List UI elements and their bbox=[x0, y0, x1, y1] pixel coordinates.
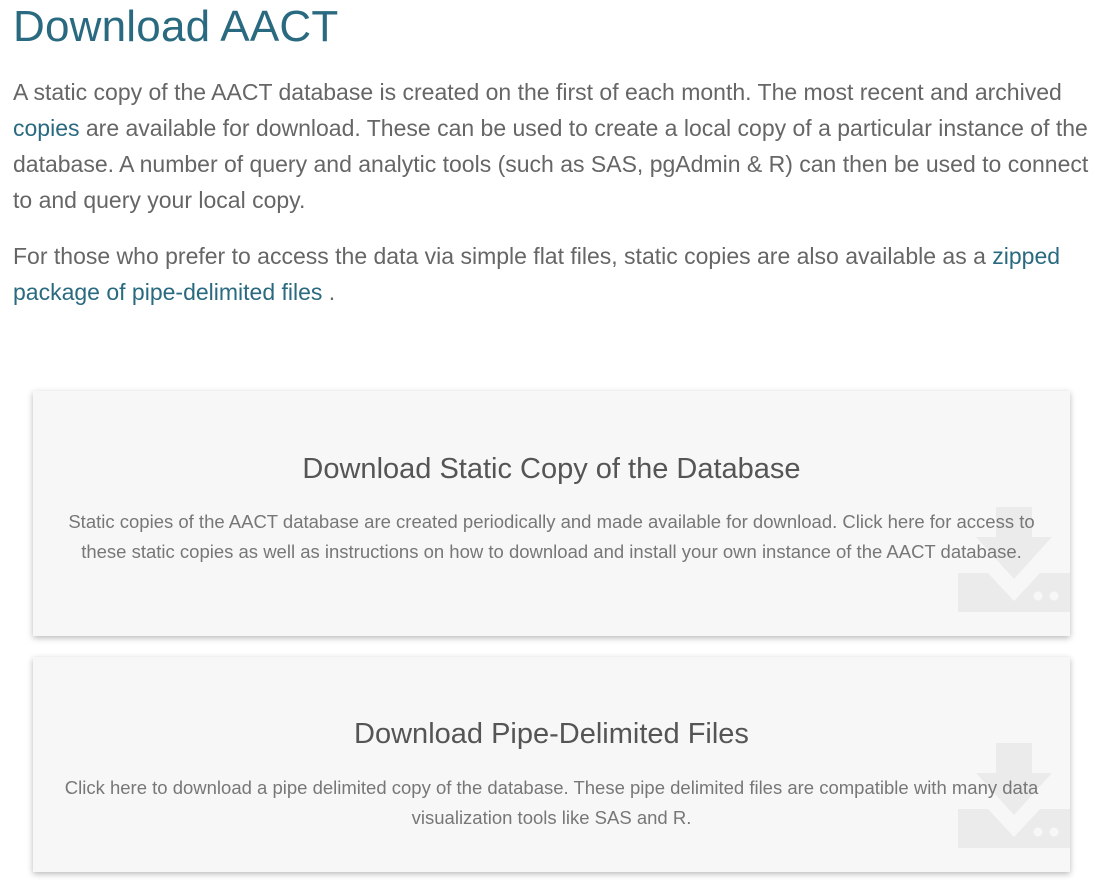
intro-p2-text-end: . bbox=[322, 279, 336, 305]
download-static-copy-card[interactable]: Download Static Copy of the Database Sta… bbox=[33, 391, 1070, 636]
card-title: Download Pipe-Delimited Files bbox=[354, 718, 749, 750]
card-description: Click here to download a pipe delimited … bbox=[64, 777, 1039, 828]
intro-p1-text-start: A static copy of the AACT database is cr… bbox=[13, 79, 1062, 105]
intro-paragraph-2: For those who prefer to access the data … bbox=[13, 238, 1093, 310]
card-description: Static copies of the AACT database are c… bbox=[68, 511, 1035, 562]
intro-p1-text-end: are available for download. These can be… bbox=[13, 115, 1089, 213]
download-pipe-delimited-card[interactable]: Download Pipe-Delimited Files Click here… bbox=[33, 657, 1070, 872]
intro-p2-text-start: For those who prefer to access the data … bbox=[13, 243, 993, 269]
intro-text: A static copy of the AACT database is cr… bbox=[13, 74, 1093, 330]
card-title: Download Static Copy of the Database bbox=[302, 453, 801, 485]
page: Download AACT A static copy of the AACT … bbox=[0, 0, 1095, 884]
intro-paragraph-1: A static copy of the AACT database is cr… bbox=[13, 74, 1093, 218]
page-title: Download AACT bbox=[13, 2, 339, 51]
copies-link[interactable]: copies bbox=[13, 115, 79, 141]
